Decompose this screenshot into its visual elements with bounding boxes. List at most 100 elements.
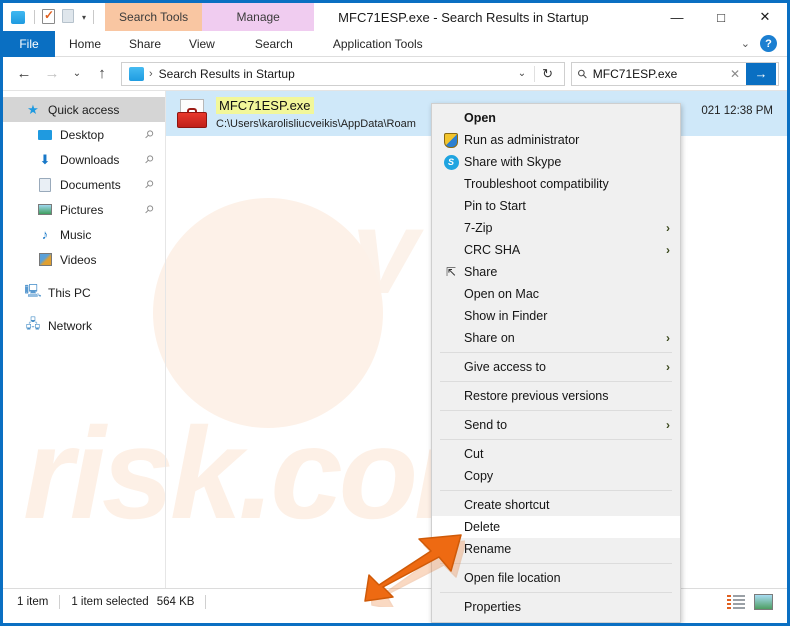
new-folder-icon[interactable] [62,9,78,25]
search-box[interactable]: ⚲ MFC71ESP.exe ✕ → [571,61,779,86]
star-icon: ★ [27,101,39,117]
sidebar-item-quick-access[interactable]: ★ Quick access [3,97,165,122]
menu-item-rename[interactable]: Rename [432,538,680,560]
maximize-button[interactable]: □ [699,3,743,31]
sidebar-item-music[interactable]: ♪ Music [3,222,165,247]
menu-item-properties[interactable]: Properties [432,596,680,618]
window-controls: — □ ✕ [655,3,787,31]
address-bar: ← → ⌄ ↑ › Search Results in Startup ⌄ ↻ … [3,57,787,91]
file-name[interactable]: MFC71ESP.exe [216,97,314,114]
help-icon[interactable]: ? [760,35,777,52]
forward-button[interactable]: → [39,61,65,87]
menu-item-delete[interactable]: Delete [432,516,680,538]
menu-separator [440,410,672,411]
menu-item-7-zip[interactable]: 7-Zip › [432,217,680,239]
clear-search-icon[interactable]: ✕ [724,67,746,81]
contextual-tab-groups: Search Tools Manage [105,3,315,31]
menu-item-restore-previous-versions[interactable]: Restore previous versions [432,385,680,407]
toolbox-exe-icon [176,98,208,129]
status-divider [205,594,207,609]
menu-item-copy[interactable]: Copy [432,465,680,487]
tab-application-tools[interactable]: Application Tools [319,31,437,57]
menu-item-label: Send to [464,418,508,432]
menu-item-label: Open file location [464,571,561,585]
tab-view[interactable]: View [175,31,229,57]
menu-item-label: Open on Mac [464,287,540,301]
sidebar-item-this-pc[interactable]: 🖳 This PC [3,280,165,305]
menu-item-label: 7-Zip [464,221,493,235]
menu-item-crc-sha[interactable]: CRC SHA › [432,239,680,261]
quick-access-toolbar: ▾ [3,8,97,25]
menu-item-open[interactable]: Open [432,107,680,129]
chevron-right-icon: › [666,243,670,257]
menu-separator [440,352,672,353]
breadcrumb-separator-icon: › [149,67,153,80]
menu-item-label: Delete [464,520,501,534]
status-size: 564 KB [156,595,195,608]
menu-item-label: Pin to Start [464,199,526,213]
navigation-pane: ★ Quick access Desktop ⚲ ⬇ Downloads ⚲ D… [3,91,166,588]
address-dropdown-icon[interactable]: ⌄ [510,68,534,79]
menu-item-label: Share on [464,331,515,345]
menu-item-show-in-finder[interactable]: Show in Finder [432,305,680,327]
recent-locations-icon[interactable]: ⌄ [67,61,87,87]
sidebar-item-documents[interactable]: Documents ⚲ [3,172,165,197]
chevron-right-icon: › [666,331,670,345]
breadcrumb-current-path[interactable]: Search Results in Startup [159,67,510,81]
ribbon-tab-row: File Home Share View Search Application … [3,31,787,57]
pin-icon[interactable]: ⚲ [142,127,157,142]
tab-home[interactable]: Home [55,31,115,57]
menu-item-troubleshoot-compatibility[interactable]: Troubleshoot compatibility [432,173,680,195]
minimize-button[interactable]: — [655,3,699,31]
expand-ribbon-icon[interactable]: ⌄ [741,37,750,50]
large-icons-view-icon[interactable] [754,593,773,610]
menu-item-share-on[interactable]: Share on › [432,327,680,349]
shield-icon [440,132,462,148]
search-input[interactable]: MFC71ESP.exe [593,67,724,81]
qat-divider-1 [34,10,35,24]
sidebar-item-desktop[interactable]: Desktop ⚲ [3,122,165,147]
this-pc-icon: 🖳 [24,282,42,298]
menu-separator [440,381,672,382]
tab-file[interactable]: File [3,31,55,57]
close-button[interactable]: ✕ [743,3,787,31]
pin-icon[interactable]: ⚲ [142,177,157,192]
explorer-icon[interactable] [11,9,27,25]
tab-share[interactable]: Share [115,31,175,57]
sidebar-item-label: Downloads [60,152,120,167]
back-button[interactable]: ← [11,61,37,87]
menu-item-create-shortcut[interactable]: Create shortcut [432,494,680,516]
menu-separator [440,439,672,440]
search-go-button[interactable]: → [746,62,776,85]
tab-search[interactable]: Search [229,31,319,57]
up-button[interactable]: ↑ [89,61,115,87]
menu-item-label: Rename [464,542,512,556]
refresh-icon[interactable]: ↻ [534,65,560,82]
sidebar-item-videos[interactable]: Videos [3,247,165,272]
sidebar-item-label: Documents [60,177,121,192]
menu-item-open-file-location[interactable]: Open file location [432,567,680,589]
menu-item-open-on-mac[interactable]: Open on Mac [432,283,680,305]
title-bar: ▾ Search Tools Manage MFC71ESP.exe - Sea… [3,3,787,31]
customize-qat-caret-icon[interactable]: ▾ [82,13,86,22]
menu-item-give-access-to[interactable]: Give access to › [432,356,680,378]
menu-item-run-as-administrator[interactable]: Run as administrator [432,129,680,151]
menu-item-label: CRC SHA [464,243,521,257]
menu-item-cut[interactable]: Cut [432,443,680,465]
sidebar-item-downloads[interactable]: ⬇ Downloads ⚲ [3,147,165,172]
menu-item-share[interactable]: ⇱ Share [432,261,680,283]
menu-item-share-with-skype[interactable]: S Share with Skype [432,151,680,173]
details-view-icon[interactable] [727,593,746,610]
properties-icon[interactable] [42,8,58,25]
menu-item-pin-to-start[interactable]: Pin to Start [432,195,680,217]
sidebar-item-pictures[interactable]: Pictures ⚲ [3,197,165,222]
menu-item-label: Share with Skype [464,155,562,169]
pin-icon[interactable]: ⚲ [142,152,157,167]
sidebar-item-network[interactable]: 🖧 Network [3,313,165,338]
menu-item-send-to[interactable]: Send to › [432,414,680,436]
menu-item-label: Troubleshoot compatibility [464,177,609,191]
file-path: C:\Users\karolisliucveikis\AppData\Roam [216,118,416,130]
pin-icon[interactable]: ⚲ [142,202,157,217]
address-path-box[interactable]: › Search Results in Startup ⌄ ↻ [121,61,565,86]
chevron-right-icon: › [666,221,670,235]
